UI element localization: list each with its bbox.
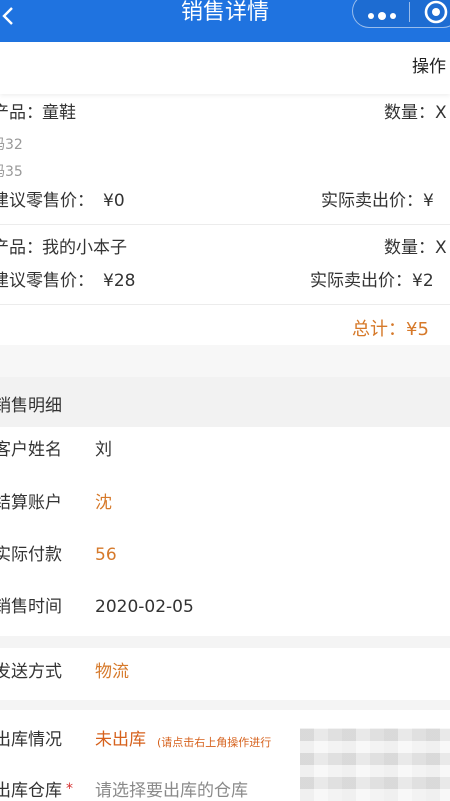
field-spacer (0, 700, 450, 710)
outbound-label: 出库情况 (0, 730, 62, 750)
shipping-label: 发送方式 (0, 662, 62, 682)
outbound-status: 未出库 (95, 730, 146, 750)
time-label: 销售时间 (0, 597, 62, 617)
blurred-watermark (300, 728, 450, 801)
payment-value[interactable]: 56 (95, 544, 117, 566)
required-marker: * (66, 781, 73, 797)
account-label: 结算账户 (0, 493, 62, 513)
product-name-label: 产品： (0, 103, 43, 123)
product-name-value: 童鞋 (42, 103, 76, 123)
field-spacer (0, 636, 450, 648)
payment-label: 实际付款 (0, 545, 62, 565)
target-circle-icon[interactable] (421, 0, 450, 27)
warehouse-select[interactable]: 请选择要出库的仓库 (95, 780, 248, 801)
mini-program-capsule (352, 0, 450, 28)
product-name-label: 产品： (0, 238, 43, 258)
product-name-value: 我的小本子 (42, 238, 127, 258)
shipping-value[interactable]: 物流 (95, 661, 129, 683)
quantity-label: 数量：X (384, 238, 447, 258)
quantity-label: 数量：X (384, 103, 447, 123)
more-dots-icon[interactable] (367, 6, 397, 20)
suggested-price-value: ¥28 (103, 271, 136, 291)
customer-value[interactable]: 刘 (95, 439, 112, 461)
section-spacer (0, 345, 450, 377)
divider (0, 224, 450, 225)
operation-button[interactable]: 操作 (412, 55, 446, 79)
nav-bar: 销售详情 (0, 0, 450, 42)
actual-price-label: 实际卖出价：¥ (321, 191, 434, 211)
customer-label: 客户姓名 (0, 440, 62, 460)
size-option: 码32 (0, 137, 23, 153)
suggested-price-label: 建议零售价： (0, 191, 94, 211)
account-value[interactable]: 沈 (95, 492, 112, 514)
capsule-divider (409, 2, 410, 22)
suggested-price-label: 建议零售价： (0, 271, 94, 291)
section-title: 销售明细 (0, 396, 62, 416)
actual-price-label: 实际卖出价：¥2 (310, 271, 434, 291)
total-amount: 总计：¥5 (352, 319, 429, 340)
time-value[interactable]: 2020-02-05 (95, 596, 194, 618)
suggested-price-value: ¥0 (103, 191, 125, 211)
size-option: 码35 (0, 164, 23, 180)
divider (0, 304, 450, 305)
warehouse-label: 出库仓库 (0, 781, 62, 801)
toolbar: 操作 (0, 42, 450, 94)
section-header: 销售明细 (0, 377, 450, 427)
outbound-hint: (请点击右上角操作进行 (157, 736, 272, 749)
